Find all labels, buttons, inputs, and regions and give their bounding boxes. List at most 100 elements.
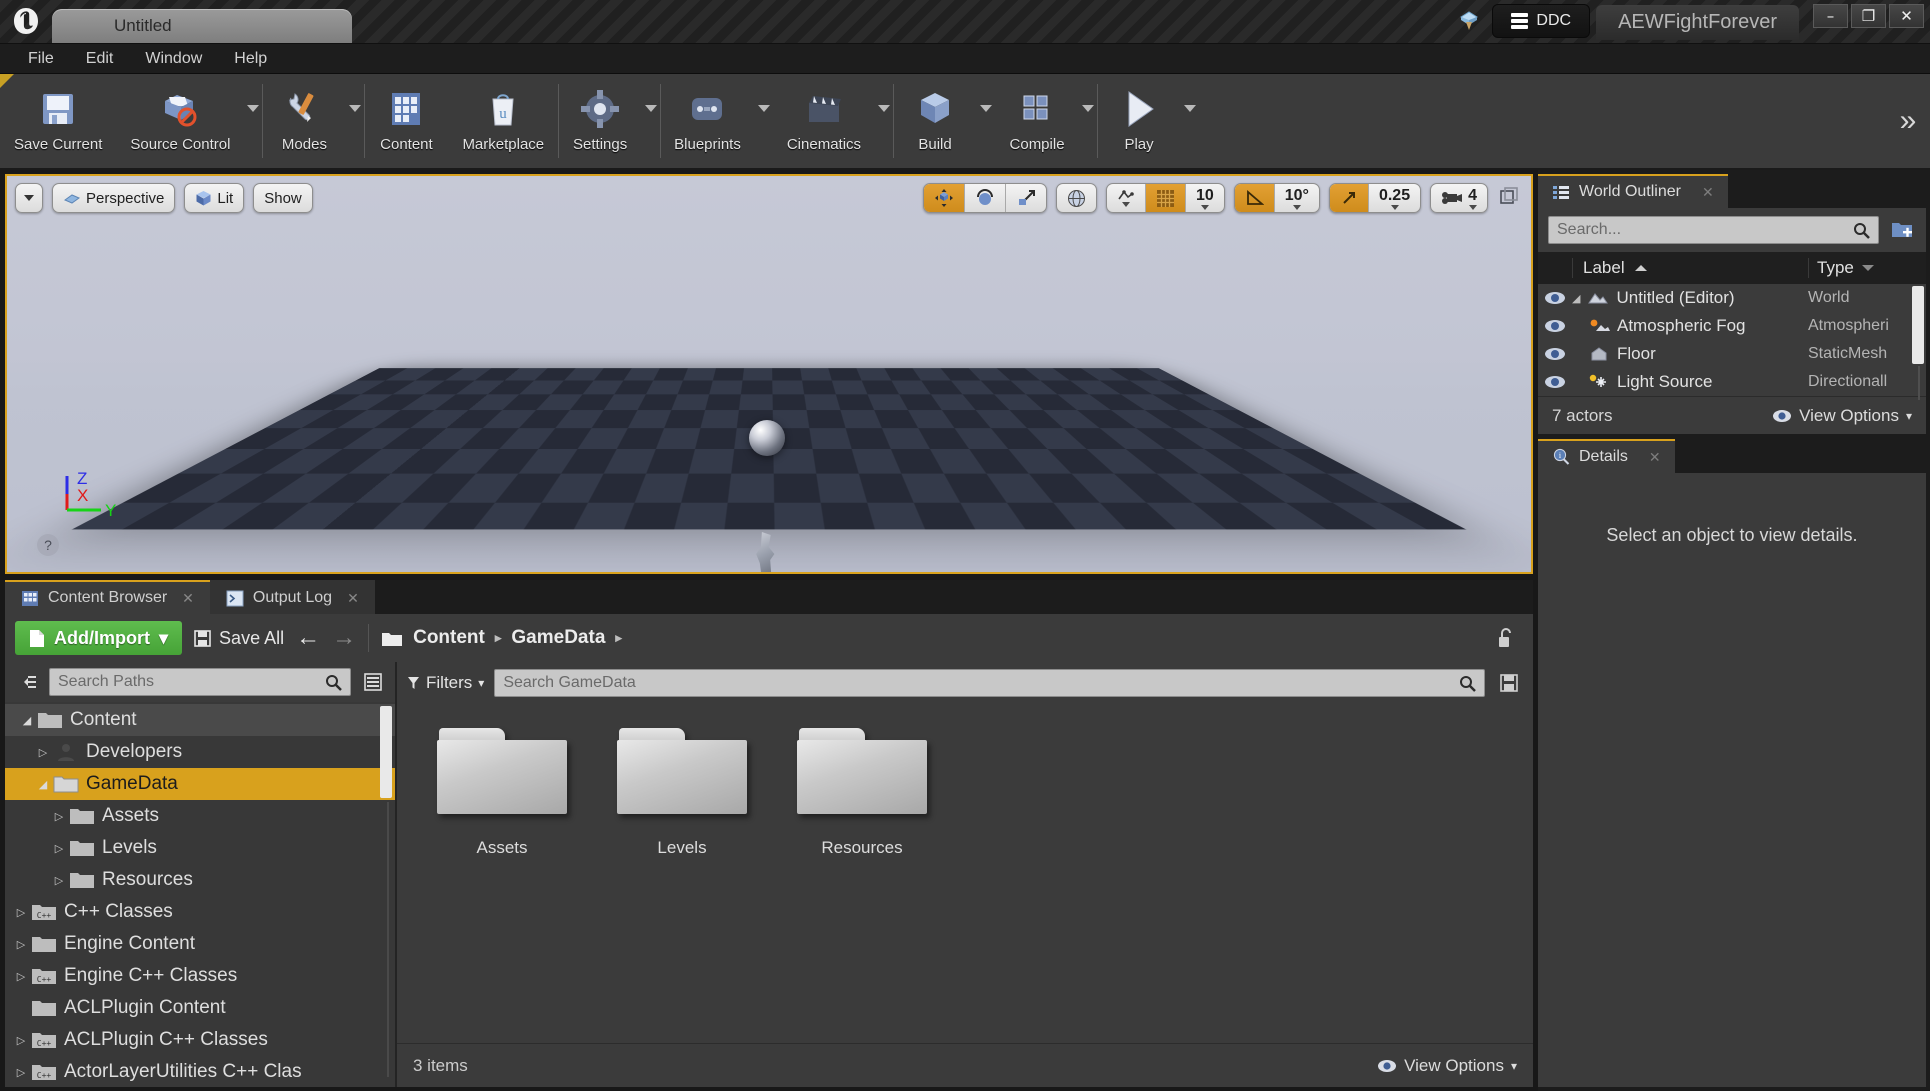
tab-world-outliner[interactable]: World Outliner ✕	[1538, 174, 1728, 208]
source-control-caret-icon[interactable]	[244, 74, 262, 168]
save-search-icon[interactable]	[1495, 669, 1523, 697]
tree-item-aclplugin-cpp-classes[interactable]: ▷ C++ ACLPlugin C++ Classes	[5, 1024, 395, 1056]
column-type[interactable]: Type	[1808, 258, 1926, 278]
scale-gizmo-button[interactable]	[1004, 184, 1046, 212]
project-tab[interactable]: Untitled	[52, 9, 352, 43]
outliner-scrollbar-track[interactable]	[1918, 366, 1920, 400]
gem-icon[interactable]	[1452, 4, 1486, 38]
cinematics-button[interactable]: Cinematics	[773, 74, 875, 168]
outliner-row-untitled-editor[interactable]: ◢ Untitled (Editor) World	[1538, 284, 1926, 312]
expander-closed-icon-cpp[interactable]: ▷	[11, 906, 31, 919]
build-caret-icon[interactable]	[977, 74, 995, 168]
camera-speed-button[interactable]: 4	[1431, 184, 1487, 212]
tree-item-assets[interactable]: ▷ Assets	[5, 800, 395, 832]
asset-item-resources[interactable]: Resources	[797, 728, 927, 858]
grid-snap-toggle[interactable]	[1144, 184, 1185, 212]
outliner-view-options-button[interactable]: View Options ▾	[1772, 406, 1912, 426]
tree-item-levels[interactable]: ▷ Levels	[5, 832, 395, 864]
menu-edit[interactable]: Edit	[72, 46, 128, 72]
expander-closed-icon-engine-cpp[interactable]: ▷	[11, 970, 31, 983]
menu-window[interactable]: Window	[131, 46, 216, 72]
angle-snap-value[interactable]: 10°	[1273, 184, 1319, 212]
tree-item-cpp-classes[interactable]: ▷ C++ C++ Classes	[5, 896, 395, 928]
nav-back-icon[interactable]: ←	[296, 624, 320, 652]
level-viewport[interactable]: Perspective Lit Show 10 10° 0.25 4 Z X Y…	[5, 174, 1533, 574]
breadcrumb-item-content[interactable]: Content	[413, 627, 485, 649]
eye-icon-row-2[interactable]	[1538, 319, 1572, 333]
menu-file[interactable]: File	[14, 46, 68, 72]
filters-button[interactable]: Filters ▾	[407, 673, 484, 693]
tab-details[interactable]: i Details ✕	[1538, 439, 1675, 473]
asset-item-assets[interactable]: Assets	[437, 728, 567, 858]
compile-caret-icon[interactable]	[1079, 74, 1097, 168]
maximize-viewport-button[interactable]	[1497, 185, 1523, 211]
expander-closed-icon-actorlayer[interactable]: ▷	[11, 1066, 31, 1079]
scale-snap-value[interactable]: 0.25	[1367, 184, 1420, 212]
rotate-gizmo-button[interactable]	[963, 184, 1005, 212]
settings-caret-icon[interactable]	[642, 74, 660, 168]
unreal-logo-icon[interactable]	[0, 0, 52, 43]
menu-help[interactable]: Help	[220, 46, 281, 72]
cinematics-caret-icon[interactable]	[875, 74, 893, 168]
tree-item-resources[interactable]: ▷ Resources	[5, 864, 395, 896]
tree-item-content[interactable]: ◢ Content	[5, 704, 395, 736]
expander-open-icon-outliner[interactable]: ◢	[1572, 292, 1580, 305]
expander-open-icon[interactable]: ◢	[17, 714, 37, 727]
breadcrumb-item-gamedata[interactable]: GameData	[511, 627, 605, 649]
blueprints-button[interactable]: Blueprints	[660, 74, 755, 168]
eye-icon-row-3[interactable]	[1538, 347, 1572, 361]
nav-forward-icon[interactable]: →	[332, 624, 356, 652]
minimize-button[interactable]: –	[1813, 4, 1848, 28]
eye-icon-row-1[interactable]	[1538, 291, 1572, 305]
viewport-help-icon[interactable]: ?	[37, 534, 59, 556]
asset-search-input[interactable]: Search GameData	[494, 669, 1485, 697]
modes-button[interactable]: Modes	[262, 74, 346, 168]
tree-item-actorlayerutilities[interactable]: ▷ C++ ActorLayerUtilities C++ Clas	[5, 1056, 395, 1087]
modes-caret-icon[interactable]	[346, 74, 364, 168]
grid-snap-value[interactable]: 10	[1184, 184, 1224, 212]
outliner-row-atmospheric-fog[interactable]: Atmospheric Fog Atmospheri	[1538, 312, 1926, 340]
play-button[interactable]: Play	[1097, 74, 1181, 168]
asset-item-levels[interactable]: Levels	[617, 728, 747, 858]
play-caret-icon[interactable]	[1181, 74, 1199, 168]
save-all-button[interactable]: Save All	[194, 628, 284, 649]
angle-snap-toggle[interactable]	[1234, 184, 1274, 212]
tree-item-engine-content[interactable]: ▷ Engine Content	[5, 928, 395, 960]
build-button[interactable]: Build	[893, 74, 977, 168]
tree-item-developers[interactable]: ▷ Developers	[5, 736, 395, 768]
tree-scrollbar[interactable]	[380, 706, 392, 798]
sources-tree[interactable]: ◢ Content ▷ Developers ◢ GameData ▷ Asse…	[5, 702, 395, 1087]
move-gizmo-button[interactable]	[923, 184, 964, 212]
expander-closed-icon-levels[interactable]: ▷	[49, 842, 69, 855]
scale-snap-toggle[interactable]	[1329, 184, 1368, 212]
expander-closed-icon-resources[interactable]: ▷	[49, 874, 69, 887]
tab-world-outliner-close-icon[interactable]: ✕	[1702, 184, 1714, 201]
show-menu-button[interactable]: Show	[253, 183, 313, 213]
expander-closed-icon[interactable]: ▷	[33, 746, 53, 759]
ddc-button[interactable]: DDC	[1492, 4, 1591, 38]
breadcrumb-separator-icon-2[interactable]: ▸	[615, 630, 622, 646]
tab-output-log-close-icon[interactable]: ✕	[347, 590, 359, 607]
path-options-icon[interactable]	[359, 668, 387, 696]
viewport-options-button[interactable]	[15, 183, 43, 213]
outliner-scrollbar[interactable]	[1912, 286, 1924, 364]
marketplace-button[interactable]: u Marketplace	[448, 74, 558, 168]
content-view-options-button[interactable]: View Options ▾	[1377, 1056, 1517, 1076]
asset-grid[interactable]: Assets Levels Resources	[397, 704, 1533, 1043]
world-outliner-rows[interactable]: ◢ Untitled (Editor) World Atmospheric Fo…	[1538, 284, 1926, 400]
tree-item-aclplugin-content[interactable]: ACLPlugin Content	[5, 992, 395, 1024]
view-mode-button[interactable]: Lit	[184, 183, 245, 213]
column-label[interactable]: Label	[1572, 258, 1808, 278]
viewport-sphere-mesh[interactable]	[749, 420, 785, 456]
lock-open-icon[interactable]	[1497, 627, 1523, 649]
collapse-tree-icon[interactable]	[13, 668, 41, 696]
tab-output-log[interactable]: Output Log ✕	[209, 580, 375, 614]
close-button[interactable]: ✕	[1889, 4, 1924, 28]
settings-button[interactable]: Settings	[558, 74, 642, 168]
toolbar-expand-icon[interactable]: »	[1886, 74, 1930, 168]
tree-item-gamedata[interactable]: ◢ GameData	[5, 768, 395, 800]
expander-open-icon-2[interactable]: ◢	[33, 778, 53, 791]
add-folder-icon[interactable]	[1888, 216, 1916, 244]
outliner-row-floor[interactable]: Floor StaticMesh	[1538, 340, 1926, 368]
source-control-button[interactable]: Source Control	[116, 74, 244, 168]
